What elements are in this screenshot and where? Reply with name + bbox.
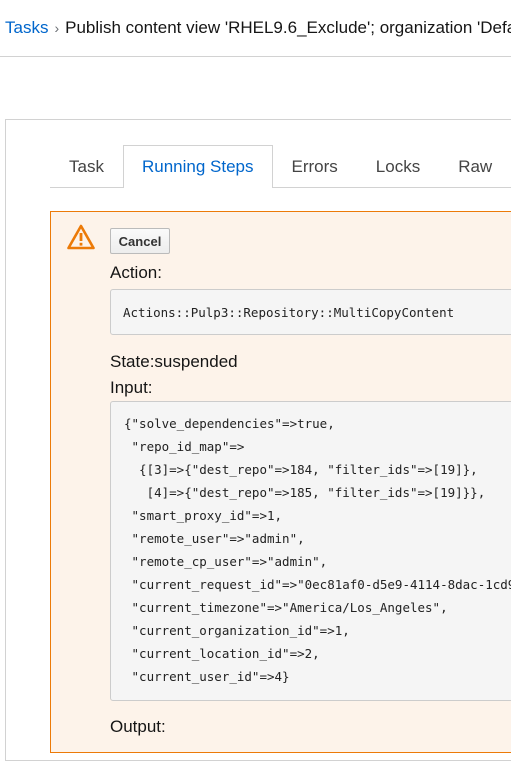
warning-triangle-icon [67,224,95,250]
breadcrumb: Tasks › Publish content view 'RHEL9.6_Ex… [0,0,511,57]
input-line: "repo_id_map"=> [124,439,245,454]
chevron-right-icon: › [54,20,60,36]
input-line: "smart_proxy_id"=>1, [124,508,283,523]
page-header-spacer [0,57,511,119]
output-label: Output: [110,717,166,736]
input-line: "current_location_id"=>2, [124,646,320,661]
cancel-button[interactable]: Cancel [110,228,170,254]
state-value: suspended [154,352,238,371]
action-value: Actions::Pulp3::Repository::MultiCopyCon… [110,289,511,335]
state-label: State: [110,352,155,371]
input-line: "current_user_id"=>4} [124,669,290,684]
state-row: State:suspended [110,352,238,372]
input-label: Input: [110,378,153,397]
input-line: [4]=>{"dest_repo"=>185, "filter_ids"=>[1… [124,485,486,500]
input-line: "current_organization_id"=>1, [124,623,350,638]
tab-locks[interactable]: Locks [357,145,439,187]
breadcrumb-tasks-link[interactable]: Tasks [5,18,48,38]
input-line: "current_request_id"=>"0ec81af0-d5e9-411… [124,577,511,592]
breadcrumb-current: Publish content view 'RHEL9.6_Exclude'; … [65,18,511,37]
tab-errors[interactable]: Errors [273,145,357,187]
input-line: "current_timezone"=>"America/Los_Angeles… [124,600,448,615]
input-line: {[3]=>{"dest_repo"=>184, "filter_ids"=>[… [124,462,478,477]
input-line: "remote_cp_user"=>"admin", [124,554,328,569]
input-line: {"solve_dependencies"=>true, [124,416,335,431]
tab-task[interactable]: Task [50,145,123,187]
input-code-block: {"solve_dependencies"=>true, "repo_id_ma… [110,401,511,701]
input-line: "remote_user"=>"admin", [124,531,305,546]
task-tabs: Task Running Steps Errors Locks Raw [50,145,511,188]
action-label: Action: [110,263,162,282]
tab-running-steps[interactable]: Running Steps [122,145,273,188]
tab-raw[interactable]: Raw [439,145,511,187]
